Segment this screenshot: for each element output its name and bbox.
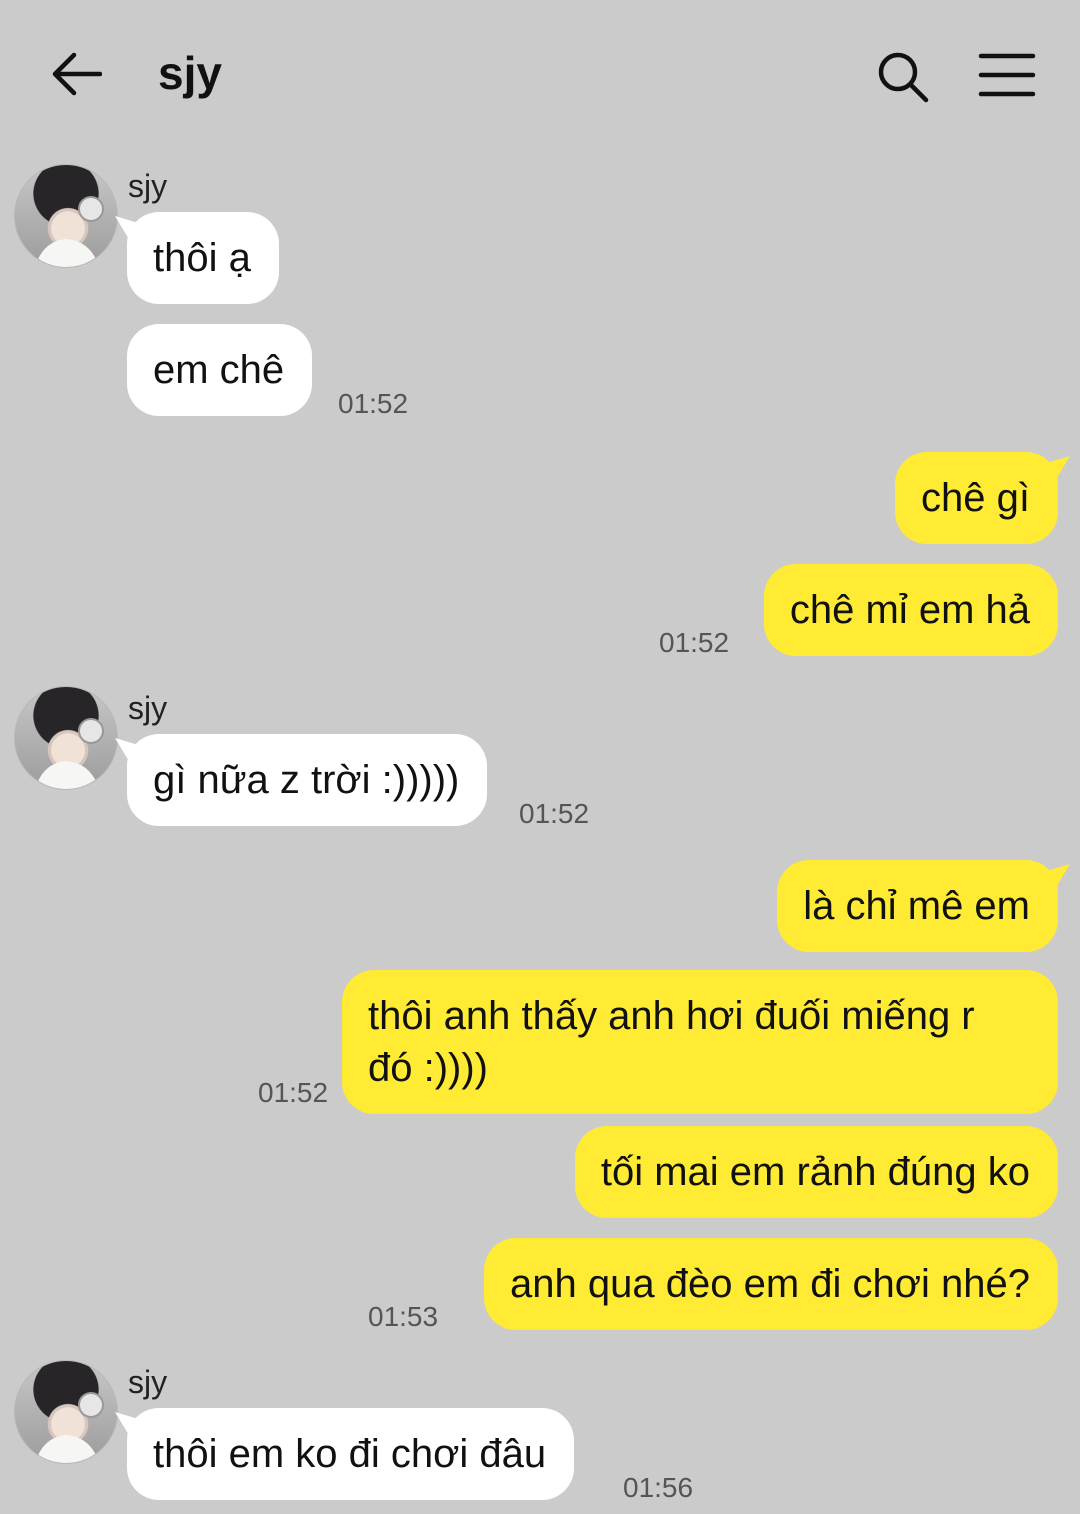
message-text: thôi anh thấy anh hơi đuối miếng r đó :)… [368, 994, 975, 1090]
message-timestamp: 01:52 [519, 798, 590, 829]
message-timestamp: 01:52 [338, 388, 409, 419]
message-text: thôi em ko đi chơi đâu [153, 1432, 547, 1476]
message-text: chê gì [921, 476, 1030, 520]
sender-name: sjy [128, 168, 168, 204]
incoming-message-bubble[interactable]: thôi em ko đi chơi đâu [127, 1408, 575, 1500]
avatar[interactable] [14, 686, 118, 790]
incoming-message-bubble[interactable]: gì nữa z trời :))))) [127, 734, 488, 826]
message-text: là chỉ mê em [803, 884, 1030, 928]
outgoing-message-bubble[interactable]: tối mai em rảnh đúng ko [574, 1126, 1058, 1218]
message-timestamp: 01:52 [659, 627, 730, 658]
search-icon[interactable] [876, 50, 930, 104]
message-text: thôi ạ [153, 236, 251, 280]
avatar[interactable] [14, 164, 118, 268]
incoming-message-bubble[interactable]: thôi ạ [127, 212, 279, 304]
chat-title: sjy [158, 47, 222, 99]
sender-name: sjy [128, 690, 168, 726]
message-text: tối mai em rảnh đúng ko [600, 1150, 1030, 1194]
message-text: anh qua đèo em đi chơi nhé? [510, 1262, 1030, 1306]
chat-header: sjy [0, 0, 1080, 150]
sender-name: sjy [128, 1364, 168, 1400]
outgoing-message-bubble[interactable]: chê mỉ em hả [763, 564, 1058, 656]
message-text: em chê [153, 348, 285, 392]
outgoing-message-bubble[interactable]: chê gì [895, 452, 1058, 544]
arrow-left-icon[interactable] [50, 50, 103, 98]
avatar[interactable] [14, 1360, 118, 1464]
outgoing-message-bubble[interactable]: thôi anh thấy anh hơi đuối miếng r đó :)… [342, 970, 1058, 1114]
incoming-message-bubble[interactable]: em chê [127, 324, 313, 416]
message-timestamp: 01:53 [368, 1301, 439, 1332]
message-timestamp: 01:52 [258, 1077, 329, 1108]
message-text: chê mỉ em hả [789, 588, 1030, 632]
message-text: gì nữa z trời :))))) [153, 758, 460, 802]
outgoing-message-bubble[interactable]: anh qua đèo em đi chơi nhé? [484, 1238, 1058, 1330]
hamburger-menu-icon[interactable] [978, 52, 1036, 98]
message-timestamp: 01:56 [623, 1472, 694, 1503]
outgoing-message-bubble[interactable]: là chỉ mê em [777, 860, 1058, 952]
